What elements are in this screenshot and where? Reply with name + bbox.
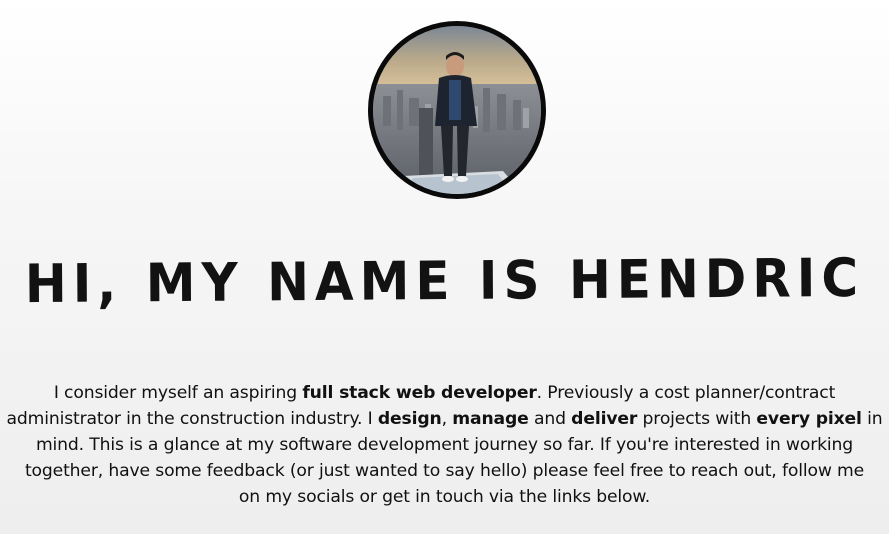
bio-text: I consider myself an aspiring <box>53 383 303 403</box>
hero-section: HI, MY NAME IS HENDRIC I consider myself… <box>0 0 889 534</box>
bio-text: . Previously a cost planner/contract <box>536 383 836 403</box>
bio-paragraph: I consider myself an aspiring full stack… <box>0 380 889 510</box>
bio-text: projects with <box>637 409 757 429</box>
bio-emphasis-deliver: deliver <box>571 409 638 429</box>
bio-line-2: administrator in the construction indust… <box>0 406 889 432</box>
bio-text: and <box>528 409 572 429</box>
bio-line-3: mind. This is a glance at my software de… <box>35 435 854 455</box>
bio-text: administrator in the construction indust… <box>6 409 378 429</box>
bio-text: , <box>441 409 453 429</box>
bio-emphasis-every-pixel: every pixel <box>756 409 862 429</box>
bio-emphasis-manage: manage <box>452 409 529 429</box>
bio-text: in <box>861 409 883 429</box>
bio-emphasis-role: full stack web developer <box>302 383 537 403</box>
profile-avatar <box>368 21 546 199</box>
page-title: HI, MY NAME IS HENDRIC <box>24 247 865 315</box>
bio-line-1: I consider myself an aspiring full stack… <box>0 380 889 406</box>
avatar-photo <box>373 26 541 194</box>
bio-emphasis-design: design <box>377 409 442 429</box>
bio-line-4: together, have some feedback (or just wa… <box>24 461 865 481</box>
bio-line-5: on my socials or get in touch via the li… <box>238 487 651 507</box>
